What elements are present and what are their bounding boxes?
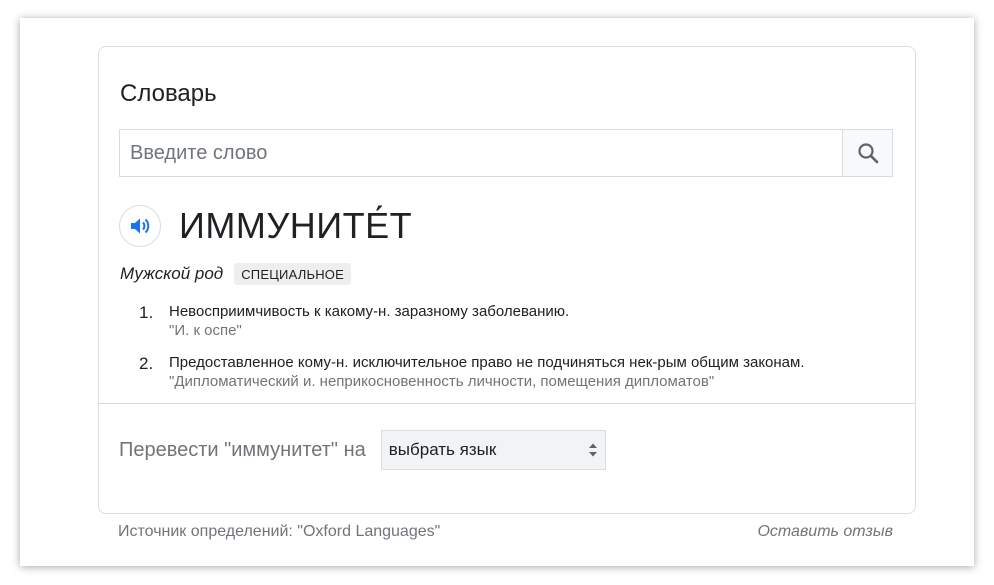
search-icon <box>857 143 878 164</box>
translate-label: Перевести "иммунитет" на <box>119 438 366 461</box>
translate-row: Перевести "иммунитет" на выбрать язык <box>119 430 606 470</box>
headword: ИММУНИТЕ́Т <box>179 205 413 246</box>
definition-item: 2. Предоставленное кому-н. исключительно… <box>139 354 899 391</box>
updown-arrows-icon <box>588 443 597 457</box>
definition-item: 1. Невосприимчивость к какому-н. заразно… <box>139 303 899 340</box>
part-of-speech: Мужской род <box>120 264 224 283</box>
dictionary-card: Словарь ИММУНИТЕ́Т Мужской род <box>98 46 916 514</box>
search-input[interactable] <box>120 130 842 176</box>
divider <box>99 403 915 404</box>
definition-number: 2. <box>139 354 154 373</box>
headword-row: ИММУНИТЕ́Т <box>119 205 412 247</box>
definition-example: "И. к оспе" <box>169 322 242 339</box>
search-button[interactable] <box>842 130 892 176</box>
definition-source: Источник определений: "Oxford Languages" <box>118 523 441 540</box>
definition-text: Невосприимчивость к какому-н. заразному … <box>169 303 570 320</box>
page-frame: Словарь ИММУНИТЕ́Т Мужской род <box>20 18 974 566</box>
speaker-icon <box>131 218 150 234</box>
definition-text: Предоставленное кому-н. исключительное п… <box>169 354 805 371</box>
pronunciation-button[interactable] <box>119 205 161 247</box>
definition-example: "Дипломатический и. неприкосновенность л… <box>169 373 715 390</box>
language-select-value: выбрать язык <box>388 440 497 459</box>
grammar-row: Мужской род СПЕЦИАЛЬНОЕ <box>120 263 351 285</box>
search-box <box>119 129 893 177</box>
definitions-list: 1. Невосприимчивость к какому-н. заразно… <box>139 303 899 405</box>
feedback-link[interactable]: Оставить отзыв <box>757 523 893 541</box>
usage-label-badge: СПЕЦИАЛЬНОЕ <box>234 263 351 285</box>
definition-number: 1. <box>139 303 154 322</box>
card-title: Словарь <box>120 80 217 107</box>
language-select[interactable]: выбрать язык <box>380 430 606 470</box>
